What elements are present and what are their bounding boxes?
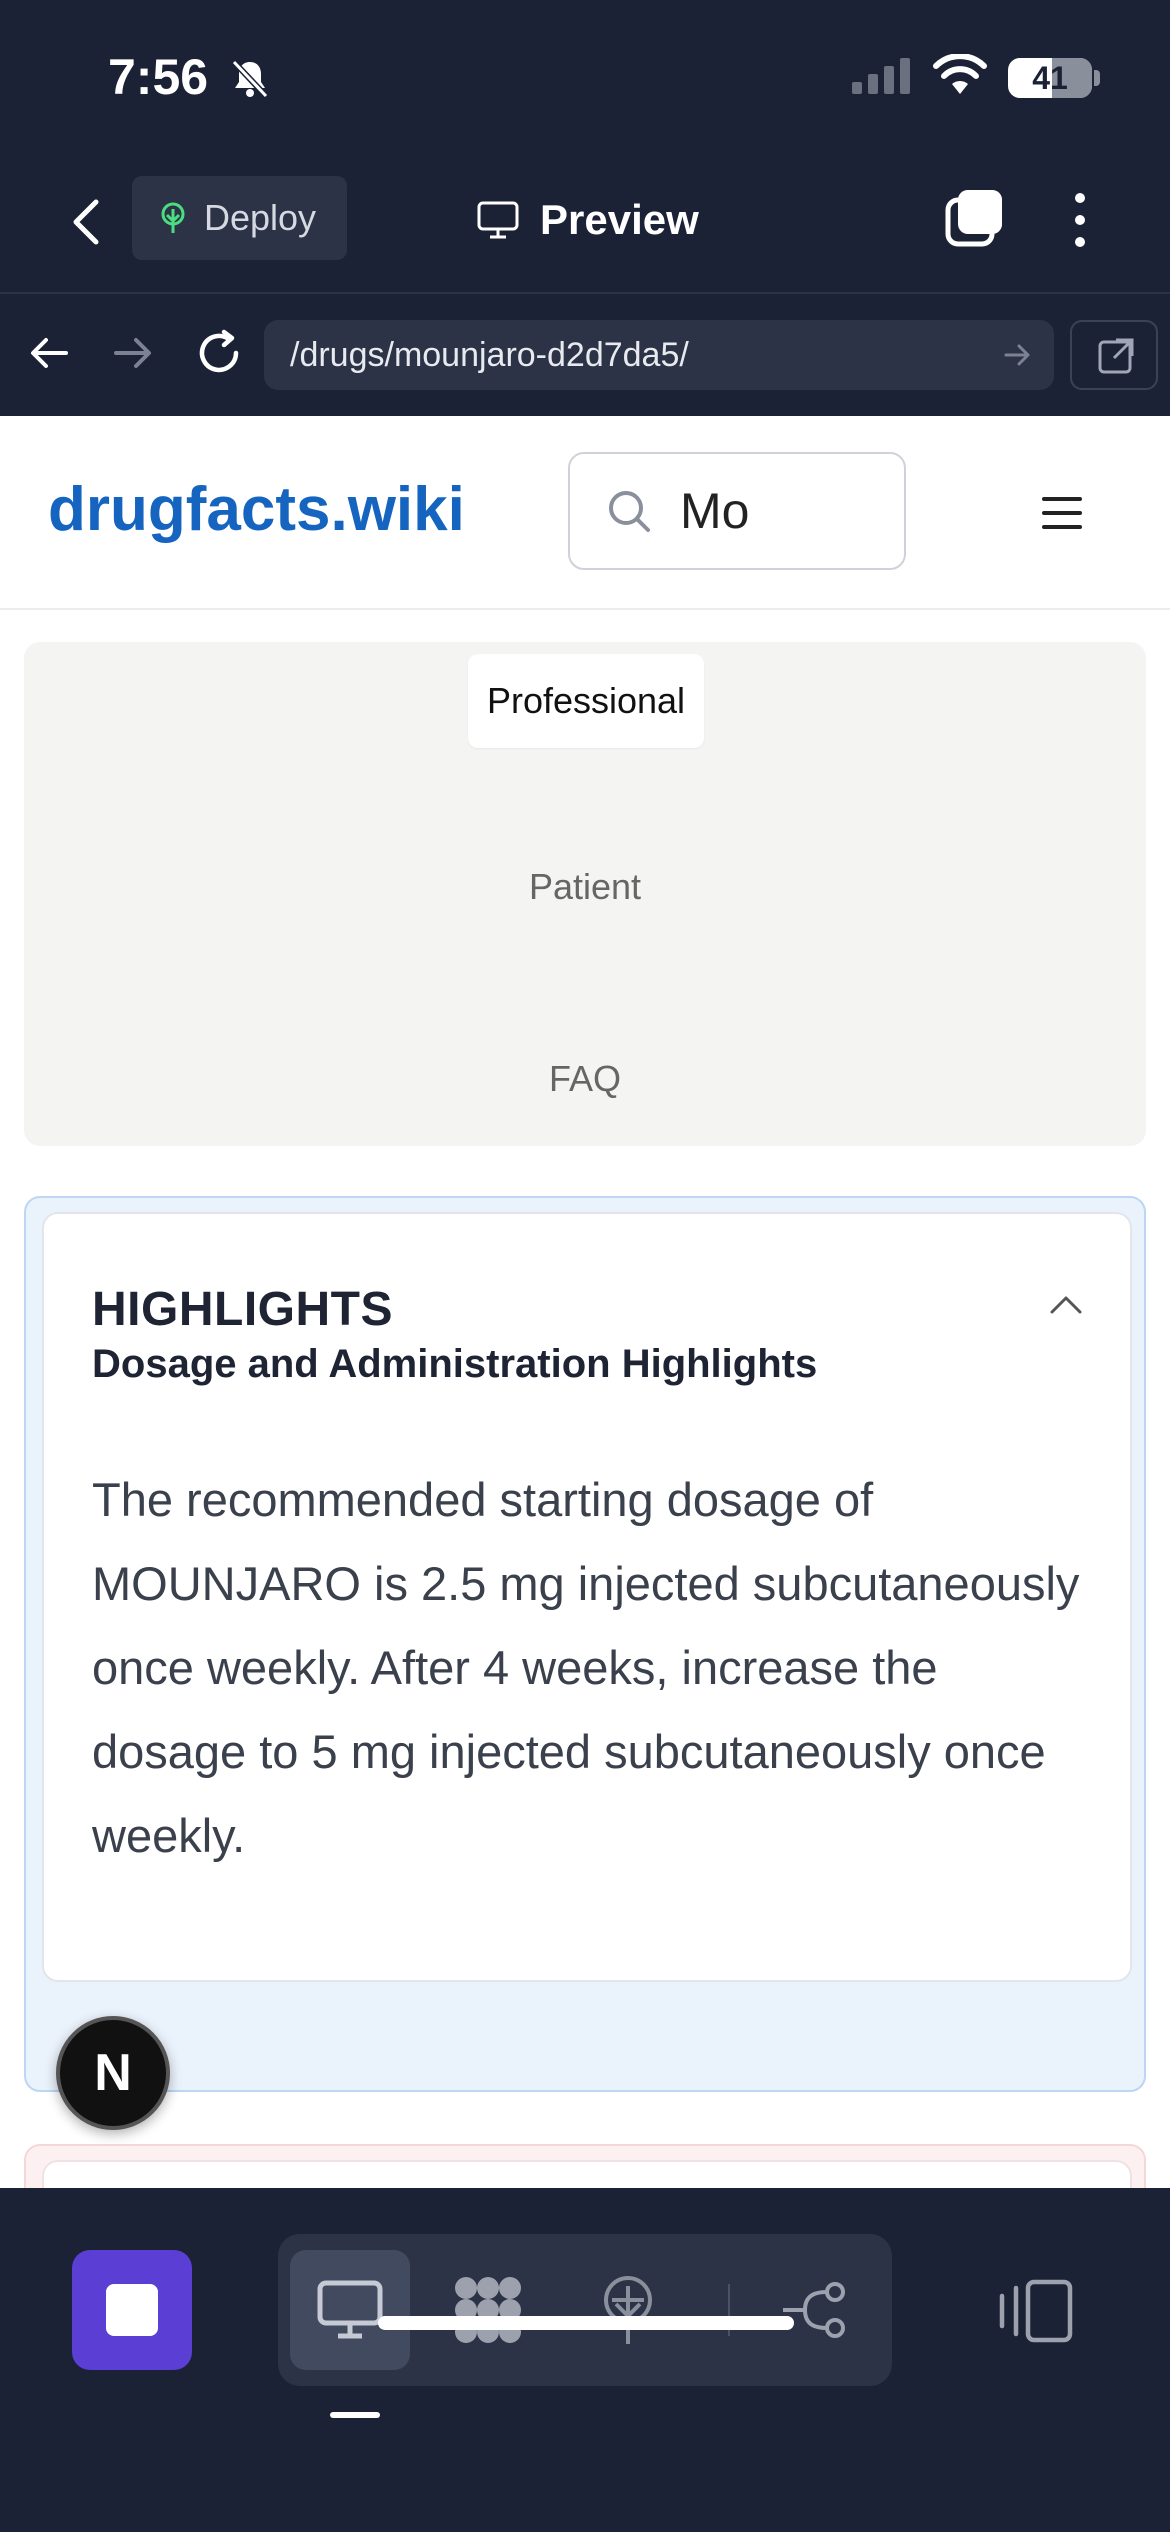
go-arrow-icon[interactable] <box>1002 340 1032 370</box>
highlights-card: HIGHLIGHTS Dosage and Administration Hig… <box>42 1212 1132 1982</box>
status-time: 7:56 <box>108 49 209 105</box>
deploy-label: Deploy <box>204 197 317 238</box>
home-indicator <box>378 2316 794 2330</box>
external-link-icon <box>1098 338 1134 374</box>
url-text: /drugs/mounjaro-d2d7da5/ <box>290 335 689 374</box>
flow-icon <box>783 2282 845 2338</box>
view-tabs: Professional Patient FAQ <box>24 642 1146 1146</box>
tab-faq[interactable]: FAQ <box>24 1058 1146 1100</box>
site-logo[interactable]: drugfacts.wiki <box>48 474 465 545</box>
highlights-title: HIGHLIGHTS <box>92 1283 393 1336</box>
stop-button[interactable] <box>72 2250 192 2370</box>
grid-icon <box>455 2277 521 2343</box>
bottom-toolbar <box>0 2188 1170 2532</box>
active-mode-indicator <box>330 2412 380 2418</box>
search-input[interactable] <box>680 482 880 540</box>
hamburger-icon[interactable] <box>1040 494 1084 532</box>
preview-tab[interactable]: Preview <box>476 192 699 248</box>
mode-preview-button[interactable] <box>290 2250 410 2370</box>
next-section-card <box>24 2144 1146 2188</box>
mode-flow-button[interactable] <box>754 2250 874 2370</box>
battery-icon: 41 <box>1008 58 1092 98</box>
monitor-icon <box>477 201 519 239</box>
arrow-left-icon[interactable] <box>26 330 72 376</box>
highlights-subtitle: Dosage and Administration Highlights <box>92 1342 818 1386</box>
status-bar: 7:56 41 <box>0 0 1170 150</box>
highlights-section: HIGHLIGHTS Dosage and Administration Hig… <box>24 1196 1146 2092</box>
reload-icon[interactable] <box>194 328 244 378</box>
battery-tip <box>1094 70 1100 86</box>
app-toolbar: Deploy Preview <box>0 150 1170 294</box>
url-field[interactable]: /drugs/mounjaro-d2d7da5/ <box>264 320 1054 390</box>
dev-tools-badge[interactable]: N <box>56 2016 170 2130</box>
battery-level: 41 <box>1032 60 1068 96</box>
site-header: drugfacts.wiki <box>0 416 1170 610</box>
tab-patient[interactable]: Patient <box>24 866 1146 908</box>
open-external-button[interactable] <box>1070 320 1158 390</box>
highlights-body: The recommended starting dosage of MOUNJ… <box>92 1473 1080 1862</box>
mode-grid-button[interactable] <box>428 2250 548 2370</box>
back-chevron-icon[interactable] <box>58 192 118 252</box>
wifi-icon <box>933 54 987 94</box>
arrow-right-icon[interactable] <box>110 330 156 376</box>
next-section-inner <box>42 2160 1132 2188</box>
signal-icon <box>852 58 910 94</box>
deploy-tree-icon <box>161 202 185 233</box>
mode-deploy-button[interactable] <box>568 2250 688 2370</box>
web-page: drugfacts.wiki Professional Patient FAQ … <box>0 416 1170 2188</box>
bell-off-icon <box>231 59 269 99</box>
url-bar: /drugs/mounjaro-d2d7da5/ <box>0 296 1170 416</box>
more-vertical-icon[interactable] <box>1060 188 1100 252</box>
stop-icon <box>106 2284 158 2336</box>
search-box[interactable] <box>568 452 906 570</box>
deploy-button[interactable]: Deploy <box>132 176 347 260</box>
tabs-icon[interactable] <box>944 186 1006 252</box>
panel-icon[interactable] <box>994 2278 1074 2344</box>
search-icon <box>609 491 650 532</box>
chevron-up-icon[interactable] <box>1044 1284 1088 1328</box>
preview-label: Preview <box>540 196 699 243</box>
mode-switcher <box>278 2234 892 2386</box>
tab-professional[interactable]: Professional <box>468 654 704 748</box>
monitor-icon <box>317 2280 383 2339</box>
deploy-icon <box>604 2276 652 2344</box>
